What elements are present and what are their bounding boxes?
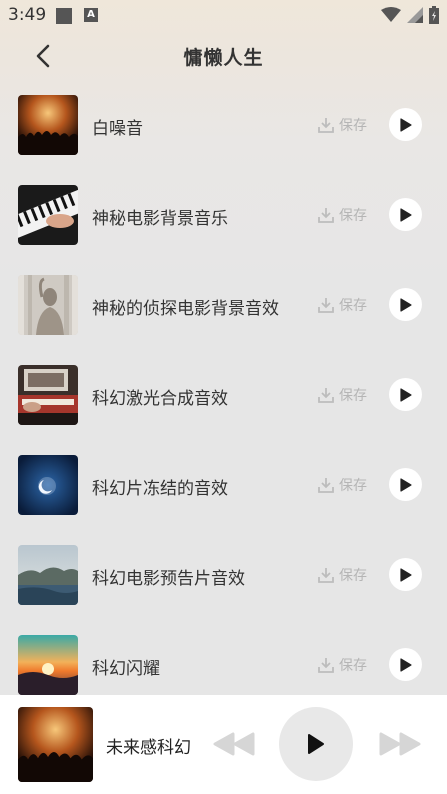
download-icon xyxy=(318,388,334,403)
a-badge-icon: A xyxy=(84,8,98,22)
track-thumbnail xyxy=(18,635,78,695)
player-track-title: 未来感科幻 xyxy=(106,738,191,758)
play-icon xyxy=(399,477,412,492)
download-icon xyxy=(318,478,334,493)
track-row[interactable]: 白噪音 保存 xyxy=(0,80,447,170)
download-icon xyxy=(318,208,334,223)
save-label: 保存 xyxy=(339,118,367,134)
track-list[interactable]: 白噪音 保存 神秘电影背景音乐 保存 神秘的侦探电影背景音效 保存 科幻激光合成… xyxy=(0,80,447,695)
main-play-button[interactable] xyxy=(279,707,353,781)
status-time: 3:49 xyxy=(8,5,47,25)
wifi-icon xyxy=(381,7,401,22)
square-icon xyxy=(56,8,72,24)
save-label: 保存 xyxy=(339,568,367,584)
play-button[interactable] xyxy=(389,378,422,411)
track-thumbnail xyxy=(18,275,78,335)
play-button[interactable] xyxy=(389,558,422,591)
download-icon xyxy=(318,118,334,133)
track-row[interactable]: 科幻电影预告片音效 保存 xyxy=(0,530,447,620)
previous-button[interactable] xyxy=(212,732,256,760)
track-name: 科幻激光合成音效 xyxy=(92,389,228,409)
battery-icon xyxy=(429,6,439,24)
play-button[interactable] xyxy=(389,468,422,501)
signal-icon xyxy=(407,7,423,23)
track-name: 神秘的侦探电影背景音效 xyxy=(92,299,279,319)
track-name: 科幻片冻结的音效 xyxy=(92,479,228,499)
download-icon xyxy=(318,298,334,313)
mini-player: 未来感科幻 xyxy=(0,695,447,794)
track-thumbnail xyxy=(18,95,78,155)
status-bar: 3:49 A xyxy=(0,0,447,32)
track-thumbnail xyxy=(18,185,78,245)
download-icon xyxy=(318,568,334,583)
track-row[interactable]: 科幻激光合成音效 保存 xyxy=(0,350,447,440)
save-button[interactable]: 保存 xyxy=(317,385,367,405)
next-icon xyxy=(379,732,421,756)
play-icon xyxy=(308,734,324,754)
next-button[interactable] xyxy=(378,732,422,760)
play-icon xyxy=(399,567,412,582)
save-label: 保存 xyxy=(339,478,367,494)
save-label: 保存 xyxy=(339,208,367,224)
play-icon xyxy=(399,297,412,312)
track-name: 神秘电影背景音乐 xyxy=(92,209,228,229)
play-button[interactable] xyxy=(389,288,422,321)
play-button[interactable] xyxy=(389,108,422,141)
play-icon xyxy=(399,657,412,672)
track-name: 科幻闪耀 xyxy=(92,659,160,679)
play-icon xyxy=(399,207,412,222)
track-row[interactable]: 科幻闪耀 保存 xyxy=(0,620,447,695)
play-button[interactable] xyxy=(389,648,422,681)
save-button[interactable]: 保存 xyxy=(317,475,367,495)
track-row[interactable]: 神秘的侦探电影背景音效 保存 xyxy=(0,260,447,350)
save-label: 保存 xyxy=(339,388,367,404)
player-thumbnail[interactable] xyxy=(18,707,93,782)
save-button[interactable]: 保存 xyxy=(317,655,367,675)
track-thumbnail xyxy=(18,365,78,425)
track-row[interactable]: 神秘电影背景音乐 保存 xyxy=(0,170,447,260)
save-label: 保存 xyxy=(339,658,367,674)
status-icons xyxy=(381,6,439,24)
save-button[interactable]: 保存 xyxy=(317,565,367,585)
play-icon xyxy=(399,117,412,132)
previous-icon xyxy=(213,732,255,756)
track-row[interactable]: 科幻片冻结的音效 保存 xyxy=(0,440,447,530)
play-button[interactable] xyxy=(389,198,422,231)
track-thumbnail xyxy=(18,545,78,605)
header: 慵懒人生 xyxy=(0,32,447,80)
track-name: 白噪音 xyxy=(92,119,143,139)
track-name: 科幻电影预告片音效 xyxy=(92,569,245,589)
save-button[interactable]: 保存 xyxy=(317,115,367,135)
track-thumbnail xyxy=(18,455,78,515)
save-label: 保存 xyxy=(339,298,367,314)
download-icon xyxy=(318,658,334,673)
save-button[interactable]: 保存 xyxy=(317,205,367,225)
play-icon xyxy=(399,387,412,402)
save-button[interactable]: 保存 xyxy=(317,295,367,315)
page-title: 慵懒人生 xyxy=(183,47,264,69)
